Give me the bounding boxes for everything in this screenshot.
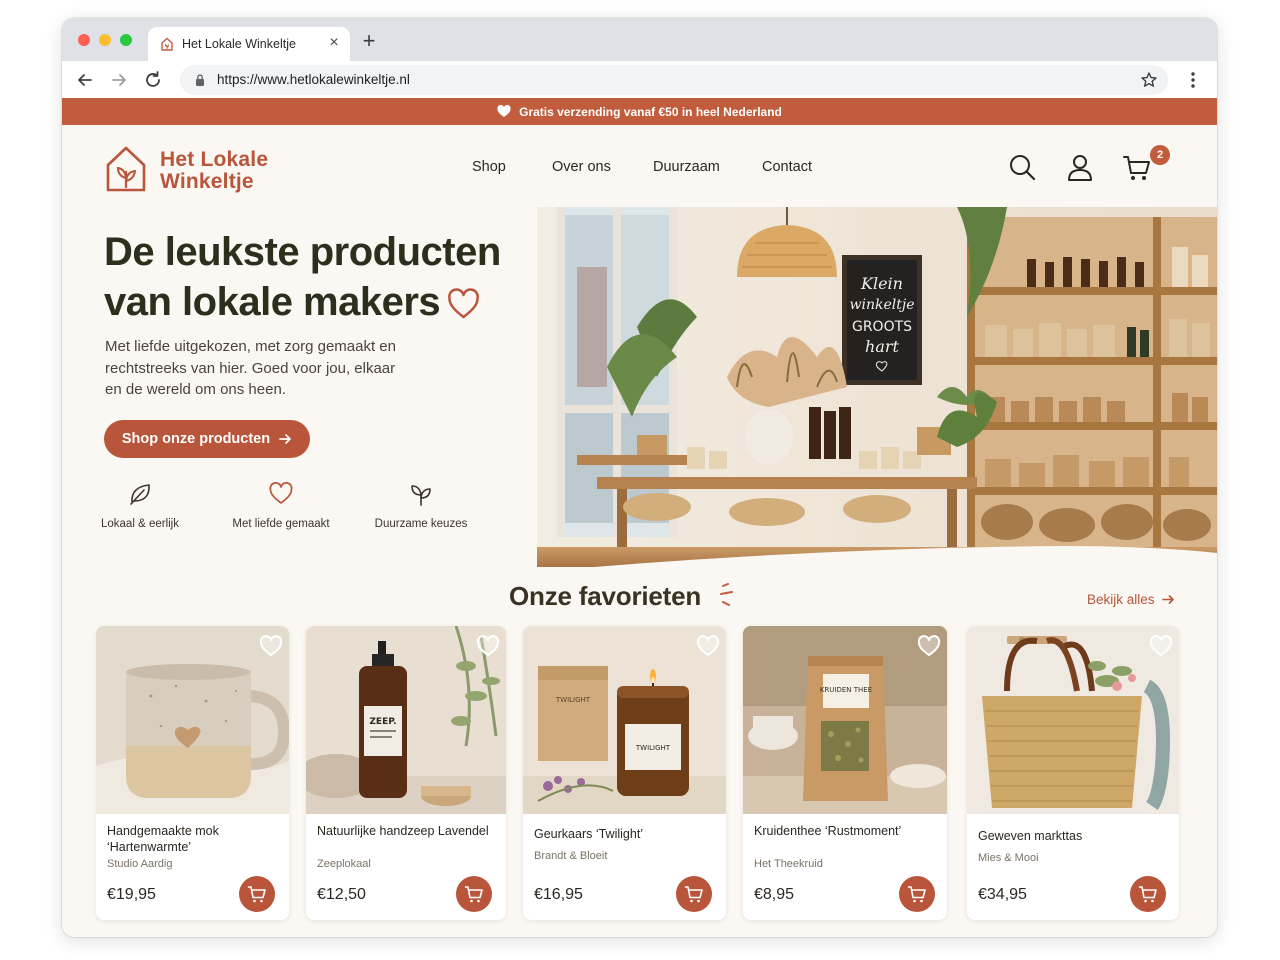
- add-to-cart-button[interactable]: [676, 876, 712, 912]
- chalkboard-line-1: Klein: [860, 274, 903, 293]
- browser-window: Het Lokale Winkeltje × + https://www.het…: [62, 18, 1217, 937]
- brand-line-1: Het Lokale: [160, 148, 269, 171]
- chalkboard-line-2: winkeltje: [850, 297, 915, 313]
- product-maker: Het Theekruid: [754, 858, 823, 870]
- logo-house-icon[interactable]: [105, 145, 147, 193]
- product-price: €12,50: [317, 886, 366, 903]
- cart-icon: [907, 886, 926, 903]
- favorite-heart-icon[interactable]: [696, 634, 720, 658]
- product-maker: Studio Aardig: [107, 858, 173, 870]
- feature-local: Lokaal & eerlijk: [75, 481, 205, 532]
- hero-title: De leukste producten van lokale makers: [104, 227, 501, 327]
- heart-icon: [497, 105, 511, 117]
- account-icon[interactable]: [1065, 152, 1095, 182]
- nav-link-over-ons[interactable]: Over ons: [552, 159, 611, 175]
- product-price: €8,95: [754, 886, 795, 903]
- favorites-title: Onze favorieten: [509, 581, 702, 611]
- hero-title-line-2: van lokale makers: [104, 280, 441, 324]
- browser-tab[interactable]: Het Lokale Winkeltje ×: [148, 27, 350, 61]
- hero-heart-icon: [448, 288, 479, 319]
- nav-link-duurzaam[interactable]: Duurzaam: [653, 159, 720, 175]
- chalkboard-line-3: GROOTS: [852, 319, 912, 335]
- product-card[interactable]: TWILIGHT TWILIGHT Geurkaars ‘Twilight’ B…: [523, 626, 726, 920]
- announcement-text: Gratis verzending vanaf €50 in heel Nede…: [519, 104, 782, 119]
- minimize-window-button[interactable]: [99, 34, 111, 46]
- product-price: €16,95: [534, 886, 583, 903]
- brand-line-2: Winkeltje: [160, 170, 254, 193]
- tea-label-text: KRUIDEN THEE: [820, 686, 872, 694]
- feature-love: Met liefde gemaakt: [216, 481, 346, 532]
- favorite-heart-icon[interactable]: [917, 634, 941, 658]
- heart-icon: [269, 482, 293, 504]
- feature-sustainable: Duurzame keuzes: [356, 481, 486, 532]
- sparkle-accent-icon: [720, 583, 733, 606]
- product-maker: Mies & Mooi: [978, 852, 1039, 864]
- shop-interior-illustration: Klein winkeltje GROOTS hart: [537, 207, 1217, 567]
- tab-close-icon[interactable]: ×: [326, 35, 342, 51]
- cart-count-badge: 2: [1150, 145, 1170, 165]
- product-card[interactable]: ZEEP. Natuurlijke handzeep Lavendel Zeep…: [306, 626, 506, 920]
- product-price: €19,95: [107, 886, 156, 903]
- product-price: €34,95: [978, 886, 1027, 903]
- bookmark-star-icon[interactable]: [1140, 71, 1158, 89]
- search-icon[interactable]: [1007, 152, 1037, 182]
- candle-box-label: TWILIGHT: [555, 696, 591, 704]
- url-text: https://www.hetlokalewinkeltje.nl: [217, 72, 410, 87]
- nav-link-shop[interactable]: Shop: [472, 159, 506, 175]
- arrow-right-icon: [1161, 595, 1174, 604]
- product-card[interactable]: KRUIDEN THEE Kruidenthee ‘Rustmoment’ He…: [743, 626, 947, 920]
- see-all-link[interactable]: Bekijk alles: [1087, 592, 1175, 607]
- soap-label-text: ZEEP.: [369, 717, 396, 727]
- product-maker: Brandt & Bloeit: [534, 850, 608, 862]
- hero-shop-image: Klein winkeltje GROOTS hart: [537, 207, 1217, 567]
- shop-products-button[interactable]: Shop onze producten: [104, 420, 310, 458]
- candle-jar-label: TWILIGHT: [635, 744, 671, 752]
- favorite-heart-icon[interactable]: [259, 634, 283, 658]
- product-card[interactable]: Handgemaakte mok ‘Hartenwarmte’ Studio A…: [96, 626, 289, 920]
- browser-toolbar: https://www.hetlokalewinkeltje.nl: [62, 61, 1217, 98]
- product-name: Geurkaars ‘Twilight’: [534, 827, 644, 841]
- reload-icon[interactable]: [142, 69, 164, 91]
- new-tab-button[interactable]: +: [359, 30, 379, 52]
- product-maker: Zeeplokaal: [317, 858, 371, 870]
- brand-logo-text[interactable]: Het Lokale Winkeltje: [160, 149, 268, 193]
- lock-icon: [196, 74, 204, 86]
- cart-icon[interactable]: [1122, 153, 1152, 183]
- hero-subtitle: Met liefde uitgekozen, met zorg gemaakt …: [105, 338, 396, 398]
- shop-products-label: Shop onze producten: [121, 431, 271, 447]
- address-bar[interactable]: https://www.hetlokalewinkeltje.nl: [180, 65, 1168, 95]
- product-name: Kruidenthee ‘Rustmoment’: [754, 824, 902, 838]
- back-arrow-icon[interactable]: [74, 69, 96, 91]
- arrow-right-icon: [279, 434, 291, 444]
- house-favicon-icon: [161, 37, 173, 51]
- add-to-cart-button[interactable]: [899, 876, 935, 912]
- product-name: Geweven markttas: [978, 829, 1083, 843]
- product-image-bag: [967, 626, 1179, 814]
- cart-icon: [464, 886, 483, 903]
- maximize-window-button[interactable]: [120, 34, 132, 46]
- hero-title-line-1: De leukste producten: [104, 230, 501, 274]
- tab-title: Het Lokale Winkeltje: [182, 37, 296, 51]
- favorite-heart-icon[interactable]: [1149, 634, 1173, 658]
- leaf-icon: [130, 484, 150, 505]
- cart-icon: [247, 886, 266, 903]
- add-to-cart-button[interactable]: [239, 876, 275, 912]
- tab-strip: Het Lokale Winkeltje × +: [62, 18, 1217, 61]
- add-to-cart-button[interactable]: [456, 876, 492, 912]
- see-all-label: Bekijk alles: [1087, 592, 1155, 607]
- forward-arrow-icon[interactable]: [108, 69, 130, 91]
- sprout-icon: [411, 485, 431, 506]
- cart-icon: [684, 886, 703, 903]
- browser-menu-icon[interactable]: [1184, 69, 1202, 91]
- product-name: Handgemaakte mok ‘Hartenwarmte’: [107, 824, 219, 854]
- favorite-heart-icon[interactable]: [476, 634, 500, 658]
- product-name: Natuurlijke handzeep Lavendel: [317, 824, 489, 838]
- cart-icon: [1138, 886, 1157, 903]
- product-card[interactable]: Geweven markttas Mies & Mooi €34,95: [967, 626, 1179, 920]
- nav-link-contact[interactable]: Contact: [762, 159, 812, 175]
- add-to-cart-button[interactable]: [1130, 876, 1166, 912]
- close-window-button[interactable]: [78, 34, 90, 46]
- chalkboard-line-4: hart: [865, 337, 899, 356]
- announcement-bar: Gratis verzending vanaf €50 in heel Nede…: [62, 98, 1217, 125]
